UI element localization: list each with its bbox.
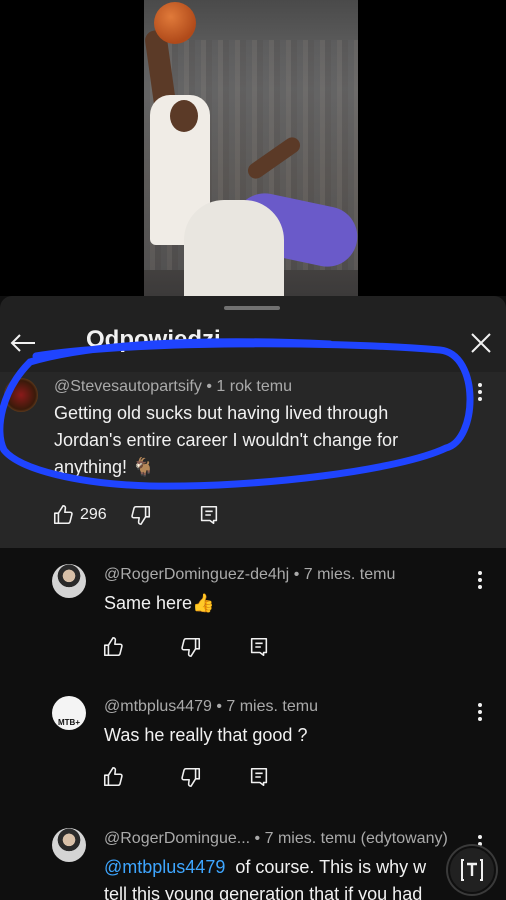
reply-menu-button[interactable] (470, 568, 490, 592)
thumb-down-icon (181, 637, 201, 657)
avatar[interactable] (52, 564, 86, 598)
reply-button[interactable] (248, 636, 270, 658)
comment-reply-icon (200, 505, 218, 525)
video-basketball (154, 2, 196, 44)
avatar[interactable]: MTB+ (52, 696, 86, 730)
close-button[interactable] (466, 328, 496, 358)
reply-text: Was he really that good ? (104, 725, 308, 745)
reply-author[interactable]: @RogerDominguez-de4hj (104, 566, 289, 583)
panel-title: Odpowiedzi (86, 326, 221, 353)
dislike-button[interactable] (180, 636, 202, 658)
reply-time: 7 mies. temu (303, 566, 396, 583)
comment-text: Getting old sucks but having lived throu… (54, 403, 399, 477)
more-vert-icon (478, 703, 482, 707)
dislike-button[interactable] (130, 504, 152, 526)
video-thumbnail[interactable] (144, 0, 358, 296)
reply-button[interactable] (198, 504, 220, 526)
more-vert-icon (478, 835, 482, 839)
avatar[interactable] (52, 828, 86, 862)
more-vert-icon (478, 571, 482, 575)
comment-author[interactable]: @Stevesautopartsify (54, 378, 202, 395)
like-button[interactable]: 296 (52, 504, 107, 526)
reply-author[interactable]: @mtbplus4479 (104, 698, 212, 715)
avatar-text: MTB+ (58, 718, 80, 727)
reply-button[interactable] (248, 766, 270, 788)
close-icon (471, 333, 491, 353)
thumb-up-icon (103, 637, 123, 657)
comment-reply-icon (250, 767, 268, 787)
like-button[interactable] (102, 766, 124, 788)
meta-separator: • (206, 378, 212, 395)
reply-time: 7 mies. temu (edytowany) (264, 830, 448, 847)
reply-meta: @mtbplus4479 • 7 mies. temu (104, 698, 318, 716)
comment-time: 1 rok temu (216, 378, 292, 395)
thumb-up-icon (103, 767, 123, 787)
comment-reply-icon (250, 637, 268, 657)
meta-separator: • (216, 698, 222, 715)
drag-handle[interactable] (224, 306, 280, 310)
reply-meta: @RogerDomingue... • 7 mies. temu (edytow… (104, 830, 448, 848)
like-count: 296 (80, 506, 107, 523)
thumb-up-icon (53, 505, 73, 525)
like-button[interactable] (102, 636, 124, 658)
thumb-down-icon (181, 767, 201, 787)
video-player-head (170, 100, 198, 132)
arrow-left-icon (10, 334, 35, 352)
mention-link[interactable]: @mtbplus4479 (104, 857, 225, 877)
reply-author[interactable]: @RogerDomingue... (104, 830, 250, 847)
reply-text: Same here👍 (104, 593, 215, 613)
video-teammate (184, 200, 284, 296)
more-vert-icon (478, 383, 482, 387)
reply-meta: @RogerDominguez-de4hj • 7 mies. temu (104, 566, 395, 584)
thumb-down-icon (131, 505, 151, 525)
reply-time: 7 mies. temu (226, 698, 318, 715)
meta-separator: • (254, 830, 261, 847)
dislike-button[interactable] (180, 766, 202, 788)
avatar[interactable] (4, 378, 38, 412)
translate-icon (461, 859, 483, 881)
reply-menu-button[interactable] (470, 700, 490, 724)
translate-button[interactable] (448, 846, 496, 894)
reply-text: @mtbplus4479 of course. This is why w te… (104, 857, 427, 900)
meta-separator: • (293, 566, 300, 583)
comment-meta: @Stevesautopartsify • 1 rok temu (54, 378, 292, 396)
back-button[interactable] (8, 328, 38, 358)
